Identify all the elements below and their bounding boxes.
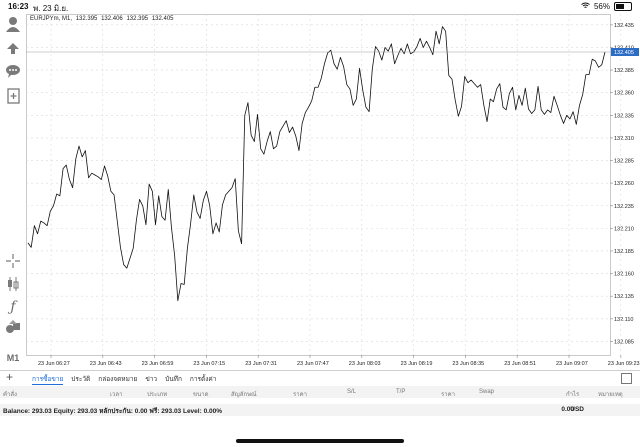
- tab-trade[interactable]: การซื้อขาย: [32, 374, 64, 385]
- tab-journal[interactable]: บันทึก: [165, 374, 182, 385]
- y-tick-label: 132.085: [614, 339, 634, 345]
- x-tick-label: 23 Jun 08:35: [452, 361, 484, 367]
- terminal-tabs: การซื้อขาย ประวัติ กล่องจดหมาย ข่าว บันท…: [32, 374, 216, 385]
- col-current-price: ราคา: [441, 392, 455, 398]
- col-swap: Swap: [479, 389, 495, 395]
- price-chart[interactable]: 132.435132.410132.385132.360132.335132.3…: [26, 14, 640, 370]
- y-tick-label: 132.285: [614, 159, 634, 165]
- currency: USD: [570, 406, 584, 413]
- y-tick-label: 132.435: [614, 23, 634, 29]
- col-comment: หมายเหตุ: [598, 392, 623, 398]
- col-profit: กำไร: [566, 392, 580, 398]
- battery-icon: [614, 2, 632, 11]
- col-order: คำสั่ง: [3, 392, 17, 398]
- y-tick-label: 132.310: [614, 136, 634, 142]
- x-tick-label: 23 Jun 06:27: [38, 361, 70, 367]
- tab-history[interactable]: ประวัติ: [71, 374, 90, 385]
- y-tick-label: 132.160: [614, 272, 634, 278]
- balance-text: Balance: 293.03 Equity: 293.03 หลักประกั…: [3, 408, 222, 415]
- x-tick-label: 23 Jun 09:07: [556, 361, 588, 367]
- crosshair-icon[interactable]: [4, 254, 22, 272]
- chat-icon[interactable]: [4, 64, 22, 82]
- battery-percent: 56%: [593, 2, 610, 11]
- status-right: 56%: [581, 2, 632, 11]
- timeframe-button[interactable]: M1: [4, 349, 22, 367]
- left-toolbar: ƒ M1: [0, 14, 26, 370]
- chart-info: EURJPYm, M1, 132.395 132.406 132.395 132…: [30, 16, 176, 22]
- clock: 16:23: [8, 2, 29, 11]
- status-bar: 16:23 พ. 23 มิ.ย. 56%: [0, 0, 640, 14]
- col-time: เวลา: [110, 392, 123, 398]
- x-tick-label: 23 Jun 07:15: [193, 361, 225, 367]
- bottom-tab-bar: + การซื้อขาย ประวัติ กล่องจดหมาย ข่าว บั…: [0, 370, 640, 385]
- col-type: ประเภท: [147, 392, 168, 398]
- add-icon[interactable]: +: [6, 370, 13, 384]
- chart-low: 132.395: [126, 16, 149, 22]
- function-icon[interactable]: ƒ: [4, 298, 22, 316]
- chart-canvas[interactable]: 132.435132.410132.385132.360132.335132.3…: [26, 14, 640, 370]
- x-tick-label: 23 Jun 06:59: [142, 361, 174, 367]
- tab-settings[interactable]: การตั้งค่า: [190, 374, 216, 385]
- y-tick-label: 132.260: [614, 181, 634, 187]
- x-tick-label: 23 Jun 08:51: [504, 361, 536, 367]
- account-icon[interactable]: [4, 16, 22, 34]
- expand-icon[interactable]: [621, 373, 632, 384]
- current-price-label: 132.405: [614, 50, 634, 56]
- col-sl: S/L: [347, 389, 357, 395]
- objects-icon[interactable]: [4, 320, 22, 338]
- col-size: ขนาด: [193, 392, 209, 398]
- indicators-icon[interactable]: [4, 276, 22, 294]
- col-price: ราคา: [293, 392, 307, 398]
- y-tick-label: 132.385: [614, 68, 634, 74]
- chart-close: 132.405: [151, 16, 174, 22]
- plot-frame: [26, 14, 611, 356]
- wifi-icon: [581, 2, 590, 11]
- home-indicator: [236, 439, 404, 443]
- tab-mailbox[interactable]: กล่องจดหมาย: [98, 374, 137, 385]
- x-tick-label: 23 Jun 09:23: [608, 361, 640, 367]
- y-tick-label: 132.335: [614, 113, 634, 119]
- positions-header: คำสั่ง เวลา ประเภท ขนาด สัญลักษณ์ ราคา S…: [0, 386, 640, 398]
- x-tick-label: 23 Jun 07:31: [245, 361, 277, 367]
- chart-high: 132.406: [101, 16, 123, 22]
- add-document-icon[interactable]: [4, 88, 22, 106]
- y-tick-label: 132.360: [614, 91, 634, 97]
- y-tick-label: 132.210: [614, 226, 634, 232]
- x-tick-label: 23 Jun 06:43: [90, 361, 122, 367]
- trade-icon[interactable]: [4, 40, 22, 58]
- y-tick-label: 132.110: [614, 317, 633, 323]
- y-tick-label: 132.185: [614, 249, 634, 255]
- chart-open: 132.395: [75, 16, 98, 22]
- battery-fill: [616, 4, 624, 9]
- col-symbol: สัญลักษณ์: [231, 392, 257, 398]
- tab-news[interactable]: ข่าว: [145, 374, 157, 385]
- balance-bar: Balance: 293.03 Equity: 293.03 หลักประกั…: [0, 404, 640, 416]
- col-tp: T/P: [396, 389, 406, 395]
- y-tick-label: 132.135: [614, 294, 634, 300]
- chart-symbol: EURJPYm, M1,: [30, 16, 73, 22]
- x-tick-label: 23 Jun 07:47: [297, 361, 329, 367]
- price-series-line: [27, 26, 606, 302]
- x-tick-label: 23 Jun 08:03: [349, 361, 381, 367]
- y-tick-label: 132.235: [614, 204, 634, 210]
- x-tick-label: 23 Jun 08:19: [401, 361, 433, 367]
